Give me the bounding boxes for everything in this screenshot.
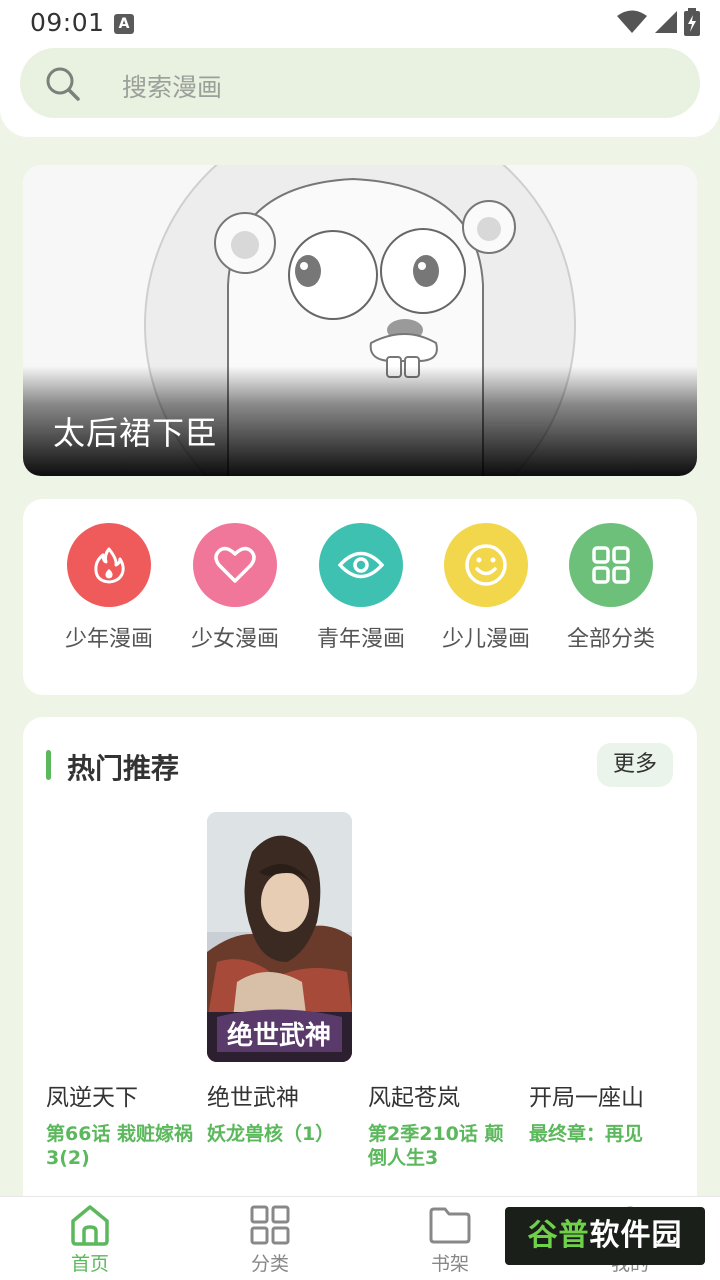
grid-icon (592, 546, 630, 584)
more-button[interactable]: 更多 (597, 743, 673, 787)
fire-icon (94, 547, 125, 584)
category-shoujo[interactable]: 少女漫画 (180, 523, 290, 653)
category-card: 少年漫画 少女漫画 青年漫画 少儿漫画 全部分类 (23, 499, 697, 695)
section-title: 热门推荐 (67, 752, 180, 785)
search-input[interactable]: 搜索漫画 (20, 48, 700, 118)
status-time: 09:01 (30, 8, 105, 37)
comic-item[interactable]: 开局一座山 最终章：再见 (529, 812, 679, 1146)
comic-title: 凤逆天下 (46, 1085, 138, 1111)
comic-item[interactable]: 凤逆天下 第66话 栽赃嫁祸3(2) (46, 812, 196, 1170)
hot-recommend-card: 热门推荐 更多 凤逆天下 第66话 栽赃嫁祸3(2) 绝世武神 绝世武神 妖龙兽… (23, 717, 697, 1217)
section-accent-bar (46, 750, 51, 780)
search-icon (46, 67, 80, 101)
nav-label: 首页 (70, 1253, 109, 1275)
category-shonen[interactable]: 少年漫画 (54, 523, 164, 653)
comic-chapter: 妖龙兽核（1） (207, 1123, 335, 1145)
heart-icon (214, 546, 256, 583)
comic-cover: 绝世武神 (207, 812, 352, 1062)
smile-icon (465, 544, 507, 586)
battery-charging-icon (684, 8, 700, 36)
category-kids[interactable]: 少儿漫画 (431, 523, 541, 653)
comic-cover (529, 812, 674, 1062)
signal-icon (654, 11, 677, 33)
watermark-left: 谷普 (527, 1218, 590, 1253)
comic-title: 绝世武神 (207, 1085, 299, 1111)
category-label: 青年漫画 (316, 627, 405, 652)
category-circle (67, 523, 151, 607)
category-circle (319, 523, 403, 607)
comic-title: 风起苍岚 (368, 1085, 460, 1111)
nav-label: 分类 (250, 1253, 289, 1275)
search-placeholder: 搜索漫画 (122, 73, 223, 102)
status-bar: 09:01 A (0, 0, 720, 46)
grid-icon (250, 1205, 290, 1245)
watermark-right: 软件园 (589, 1218, 683, 1253)
nav-bookshelf[interactable]: 书架 (405, 1203, 495, 1276)
comic-cover-title: 绝世武神 (227, 1020, 331, 1051)
comic-cover (368, 812, 513, 1062)
top-panel: 09:01 A 搜索漫画 (0, 0, 720, 137)
category-all[interactable]: 全部分类 (556, 523, 666, 653)
banner-title: 太后裙下臣 (53, 414, 219, 452)
category-label: 少女漫画 (190, 627, 279, 652)
nav-label: 书架 (430, 1253, 469, 1275)
nav-home[interactable]: 首页 (45, 1203, 135, 1276)
category-circle (193, 523, 277, 607)
watermark-logo: 谷普软件园 (505, 1207, 705, 1265)
comic-chapter: 第2季210话 颠倒人生3 (368, 1123, 504, 1169)
nav-category[interactable]: 分类 (225, 1203, 315, 1276)
category-circle (444, 523, 528, 607)
comic-chapter: 最终章：再见 (529, 1123, 644, 1145)
comic-title: 开局一座山 (529, 1085, 644, 1111)
comic-cover (46, 812, 191, 1062)
category-label: 全部分类 (566, 627, 655, 652)
comic-chapter: 第66话 栽赃嫁祸3(2) (46, 1123, 194, 1169)
home-icon (71, 1205, 109, 1246)
eye-icon (338, 551, 384, 579)
category-circle (569, 523, 653, 607)
folder-icon (429, 1207, 471, 1244)
notification-badge-icon: A (114, 14, 134, 34)
comic-item[interactable]: 绝世武神 绝世武神 妖龙兽核（1） (207, 812, 357, 1146)
comic-item[interactable]: 风起苍岚 第2季210话 颠倒人生3 (368, 812, 518, 1170)
comic-cover-art: 绝世武神 (207, 812, 352, 1062)
category-label: 少儿漫画 (441, 627, 530, 652)
category-label: 少年漫画 (64, 627, 153, 652)
category-seinen[interactable]: 青年漫画 (306, 523, 416, 653)
banner-carousel[interactable]: 太后裙下臣 (23, 165, 697, 476)
status-icons (616, 8, 700, 38)
wifi-icon (616, 10, 647, 33)
